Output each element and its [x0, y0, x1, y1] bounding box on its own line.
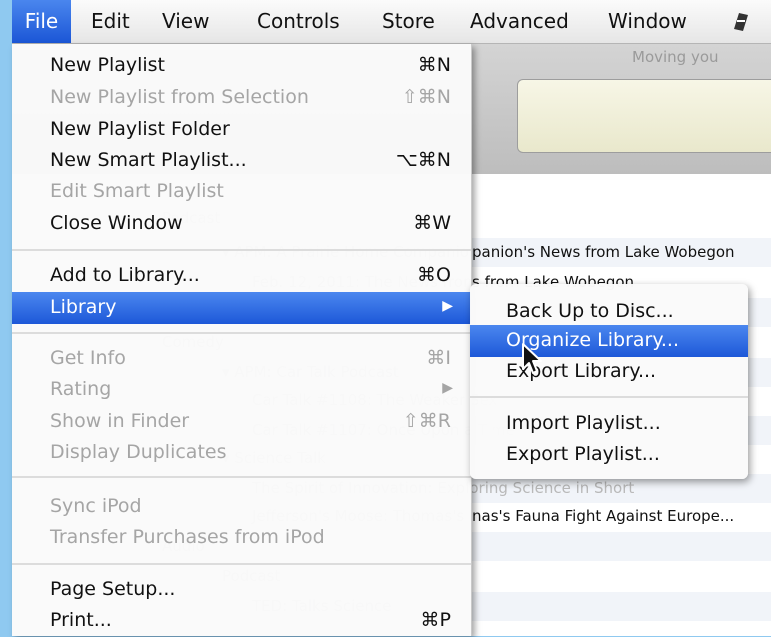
menu-item-add-to-library[interactable]: Add to Library... ⌘O [12, 260, 471, 292]
menu-item-edit-smart-playlist[interactable]: Edit Smart Playlist [12, 176, 471, 208]
menu-item-transfer-purchases-from-ipod[interactable]: Transfer Purchases from iPod [12, 522, 471, 554]
menu-controls[interactable]: Controls [257, 0, 340, 43]
menu-view[interactable]: View [162, 0, 209, 43]
menu-item-shortcut: ⇧⌘N [401, 86, 451, 108]
menu-item-get-info[interactable]: Get Info ⌘I [12, 343, 471, 375]
menu-item-label: Page Setup... [50, 578, 176, 600]
menu-item-label: New Smart Playlist... [50, 149, 247, 171]
status-text: Moving you [632, 48, 719, 66]
menu-item-shortcut: ⌘N [417, 54, 451, 76]
submenu-item-organize-library[interactable]: Organize Library... [470, 325, 748, 357]
submenu-item-label: Import Playlist... [506, 412, 661, 434]
menu-item-label: Get Info [50, 347, 126, 369]
menu-item-close-window[interactable]: Close Window ⌘W [12, 208, 471, 240]
submenu-item-back-up-to-disc[interactable]: Back Up to Disc... [470, 296, 748, 328]
menu-item-label: Edit Smart Playlist [50, 180, 224, 202]
menu-item-page-setup[interactable]: Page Setup... [12, 574, 471, 606]
track-row-visible-text: nas's Fauna Fight Against Europe... [472, 507, 735, 525]
menu-item-display-duplicates[interactable]: Display Duplicates [12, 437, 471, 469]
menu-separator [12, 476, 471, 478]
menu-item-label: New Playlist Folder [50, 118, 230, 140]
menu-item-shortcut: ⇧⌘R [402, 410, 451, 432]
menu-item-shortcut: ⌥⌘N [395, 149, 451, 171]
track-row-visible-text: panion's News from Lake Wobegon [472, 243, 735, 261]
submenu-item-export-library[interactable]: Export Library... [470, 356, 748, 388]
menu-item-sync-ipod[interactable]: Sync iPod [12, 491, 471, 523]
menu-item-new-playlist-folder[interactable]: New Playlist Folder [12, 114, 471, 146]
menu-item-label: Print... [50, 609, 112, 631]
menu-item-label: Add to Library... [50, 264, 200, 286]
menu-item-label: Sync iPod [50, 495, 142, 517]
menu-store[interactable]: Store [382, 0, 435, 43]
menu-item-new-smart-playlist[interactable]: New Smart Playlist... ⌥⌘N [12, 145, 471, 177]
menu-item-label: Close Window [50, 212, 183, 234]
menu-separator [12, 563, 471, 565]
menu-item-new-playlist[interactable]: New Playlist ⌘N [12, 50, 471, 82]
menu-window[interactable]: Window [608, 0, 687, 43]
menu-item-new-playlist-from-selection[interactable]: New Playlist from Selection ⇧⌘N [12, 82, 471, 114]
menu-file[interactable]: File [12, 0, 71, 43]
menu-advanced[interactable]: Advanced [470, 0, 569, 43]
menu-item-show-in-finder[interactable]: Show in Finder ⇧⌘R [12, 406, 471, 438]
submenu-item-label: Back Up to Disc... [506, 300, 674, 322]
menu-item-label: Rating [50, 378, 112, 400]
menu-item-shortcut: ⌘W [413, 212, 451, 234]
submenu-item-label: Export Playlist... [506, 443, 660, 465]
menu-item-label: Show in Finder [50, 410, 190, 432]
menu-separator [12, 332, 471, 334]
menu-item-label: Display Duplicates [50, 441, 227, 463]
menu-item-shortcut: ⌘O [417, 264, 451, 286]
submenu-arrow-icon: ▶ [442, 380, 453, 396]
menu-edit[interactable]: Edit [91, 0, 130, 43]
lcd-display [517, 79, 771, 153]
menu-separator [470, 396, 748, 398]
menu-item-label: Transfer Purchases from iPod [50, 526, 325, 548]
submenu-item-import-playlist[interactable]: Import Playlist... [470, 408, 748, 440]
menu-item-library[interactable]: Library ▶ [12, 292, 471, 324]
menu-item-shortcut: ⌘I [426, 347, 451, 369]
submenu-item-export-playlist[interactable]: Export Playlist... [470, 439, 748, 471]
library-submenu: Back Up to Disc... Organize Library... Exp… [470, 284, 748, 479]
menu-item-label: New Playlist [50, 54, 166, 76]
menu-item-rating[interactable]: Rating ▶ [12, 374, 471, 406]
menu-bar: File Edit View Controls Store Advanced W… [12, 0, 771, 44]
menu-item-print[interactable]: Print... ⌘P [12, 605, 471, 637]
submenu-arrow-icon: ▶ [442, 298, 453, 314]
mouse-cursor-icon [522, 343, 542, 374]
script-icon[interactable] [730, 0, 752, 43]
menu-item-label: New Playlist from Selection [50, 86, 309, 108]
menu-item-shortcut: ⌘P [420, 609, 451, 631]
file-menu: New Playlist ⌘N New Playlist from Selectio… [12, 44, 472, 636]
menu-separator [12, 249, 471, 251]
menu-item-label: Library [50, 296, 117, 318]
